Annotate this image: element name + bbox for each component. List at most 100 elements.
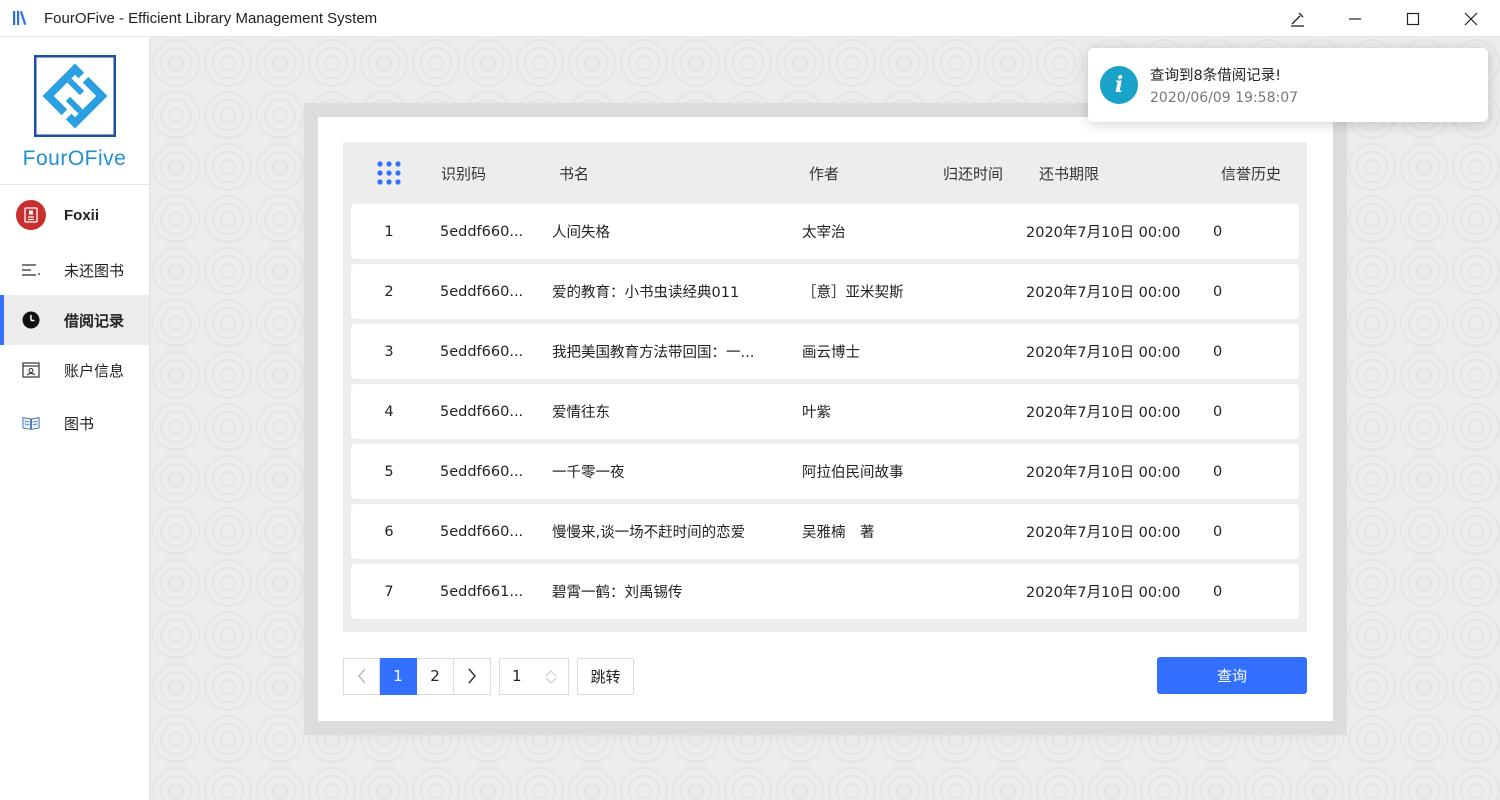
row-credit: 0 (1213, 583, 1223, 600)
row-code: 5eddf660... (440, 283, 524, 300)
borrow-records-card: 识别码 书名 作者 归还时间 还书期限 信誉历史 1 5eddf660... 人… (318, 117, 1333, 721)
row-code: 5eddf660... (440, 343, 524, 360)
main-area: 识别码 书名 作者 归还时间 还书期限 信誉历史 1 5eddf660... 人… (150, 37, 1500, 800)
chevron-right-icon (468, 668, 476, 684)
table-body: 1 5eddf660... 人间失格 太宰治 2020年7月10日 00:00 … (351, 204, 1299, 624)
row-name: 碧霄一鹤：刘禹锡传 (552, 585, 683, 601)
sidebar-item-label: 借阅记录 (64, 311, 125, 330)
table-row[interactable]: 2 5eddf660... 爱的教育：小书虫读经典011 ［意］亚米契斯 202… (351, 264, 1299, 319)
header-credit: 信誉历史 (1221, 164, 1282, 183)
header-due: 还书期限 (1039, 164, 1100, 183)
user-name: Foxii (64, 206, 100, 224)
row-name: 一千零一夜 (552, 465, 625, 481)
table-row[interactable]: 5 5eddf660... 一千零一夜 阿拉伯民间故事 2020年7月10日 0… (351, 444, 1299, 499)
row-code: 5eddf660... (440, 403, 524, 420)
table-row[interactable]: 1 5eddf660... 人间失格 太宰治 2020年7月10日 00:00 … (351, 204, 1299, 259)
row-due: 2020年7月10日 00:00 (1026, 225, 1181, 241)
table-row[interactable]: 4 5eddf660... 爱情往东 叶紫 2020年7月10日 00:00 0 (351, 384, 1299, 439)
row-name: 爱情往东 (552, 405, 610, 421)
row-credit: 0 (1213, 403, 1223, 420)
row-author: 画云博士 (802, 345, 860, 361)
row-due: 2020年7月10日 00:00 (1026, 285, 1181, 301)
row-index: 7 (384, 583, 394, 600)
header-author: 作者 (809, 164, 840, 183)
row-index: 6 (384, 523, 394, 540)
list-icon (22, 261, 40, 279)
row-name: 爱的教育：小书虫读经典011 (552, 285, 740, 301)
row-author: 叶紫 (802, 405, 831, 421)
row-due: 2020年7月10日 00:00 (1026, 465, 1181, 481)
logo-text: FourOFive (22, 147, 127, 170)
jump-button[interactable]: 跳转 (577, 657, 634, 695)
next-page-button[interactable] (454, 657, 491, 695)
row-due: 2020年7月10日 00:00 (1026, 345, 1181, 361)
row-credit: 0 (1213, 223, 1223, 240)
row-credit: 0 (1213, 343, 1223, 360)
row-due: 2020年7月10日 00:00 (1026, 525, 1181, 541)
minimize-icon (1349, 17, 1361, 20)
title-bar: FourOFive - Efficient Library Management… (0, 0, 1500, 37)
book-icon (22, 414, 40, 432)
prev-page-button[interactable] (343, 657, 380, 695)
header-return-time: 归还时间 (943, 164, 1004, 183)
page-button-2[interactable]: 2 (417, 657, 454, 695)
row-author: 太宰治 (802, 225, 846, 241)
sidebar: FourOFive Foxii 未还图书 借阅记录 账户信息 图书 (0, 37, 150, 800)
table-row[interactable]: 3 5eddf660... 我把美国教育方法带回国：一... 画云博士 2020… (351, 324, 1299, 379)
row-code: 5eddf660... (440, 223, 524, 240)
row-index: 5 (384, 463, 394, 480)
window-title: FourOFive - Efficient Library Management… (44, 9, 378, 27)
toast-title: 查询到8条借阅记录! (1150, 68, 1282, 84)
sidebar-item-books[interactable]: 图书 (0, 395, 149, 451)
row-index: 4 (384, 403, 394, 420)
row-due: 2020年7月10日 00:00 (1026, 585, 1181, 601)
toast-time: 2020/06/09 19:58:07 (1150, 90, 1299, 106)
header-code: 识别码 (441, 164, 487, 183)
row-due: 2020年7月10日 00:00 (1026, 405, 1181, 421)
query-button[interactable]: 查询 (1157, 657, 1307, 694)
sidebar-item-borrow-records[interactable]: 借阅记录 (0, 295, 149, 345)
row-index: 2 (384, 283, 394, 300)
row-index: 3 (384, 343, 394, 360)
id-card-icon (22, 361, 40, 379)
table-header: 识别码 书名 作者 归还时间 还书期限 信誉历史 (343, 142, 1307, 204)
minimize-button[interactable] (1326, 0, 1384, 37)
avatar (16, 200, 46, 230)
page-button-1[interactable]: 1 (380, 657, 417, 695)
grid-dots-icon[interactable] (343, 160, 435, 186)
row-code: 5eddf660... (440, 523, 524, 540)
info-icon: i (1100, 66, 1138, 104)
sidebar-item-account[interactable]: 账户信息 (0, 345, 149, 395)
row-credit: 0 (1213, 523, 1223, 540)
close-button[interactable] (1442, 0, 1500, 37)
sidebar-item-label: 账户信息 (64, 361, 125, 380)
fourofive-logo-icon (33, 55, 116, 137)
sidebar-item-label: 未还图书 (64, 261, 125, 280)
borrow-records-table: 识别码 书名 作者 归还时间 还书期限 信誉历史 1 5eddf660... 人… (343, 142, 1307, 632)
maximize-icon (1406, 12, 1420, 25)
row-credit: 0 (1213, 283, 1223, 300)
row-credit: 0 (1213, 463, 1223, 480)
pin-button[interactable] (1268, 0, 1326, 37)
sidebar-item-unreturned[interactable]: 未还图书 (0, 245, 149, 295)
maximize-button[interactable] (1384, 0, 1442, 37)
notification-toast[interactable]: i 查询到8条借阅记录! 2020/06/09 19:58:07 (1088, 48, 1488, 122)
row-name: 我把美国教育方法带回国：一... (552, 345, 755, 361)
row-code: 5eddf660... (440, 463, 524, 480)
library-app-icon (13, 10, 27, 25)
user-badge-icon (24, 207, 38, 223)
user-profile[interactable]: Foxii (0, 185, 149, 245)
row-code: 5eddf661... (440, 583, 524, 600)
table-row[interactable]: 7 5eddf661... 碧霄一鹤：刘禹锡传 2020年7月10日 00:00… (351, 564, 1299, 619)
header-name: 书名 (559, 164, 590, 183)
table-row[interactable]: 6 5eddf660... 慢慢来,谈一场不赶时间的恋爱 吴雅楠 著 2020年… (351, 504, 1299, 559)
row-name: 慢慢来,谈一场不赶时间的恋爱 (552, 525, 746, 541)
chevron-left-icon (357, 668, 366, 684)
row-index: 1 (384, 223, 394, 240)
row-name: 人间失格 (552, 225, 610, 241)
spinner-icon[interactable] (544, 669, 558, 685)
page-jump-input[interactable]: 1 (499, 657, 569, 695)
pin-icon (1291, 12, 1304, 27)
row-author: ［意］亚米契斯 (802, 285, 904, 301)
sidebar-item-label: 图书 (64, 414, 95, 433)
